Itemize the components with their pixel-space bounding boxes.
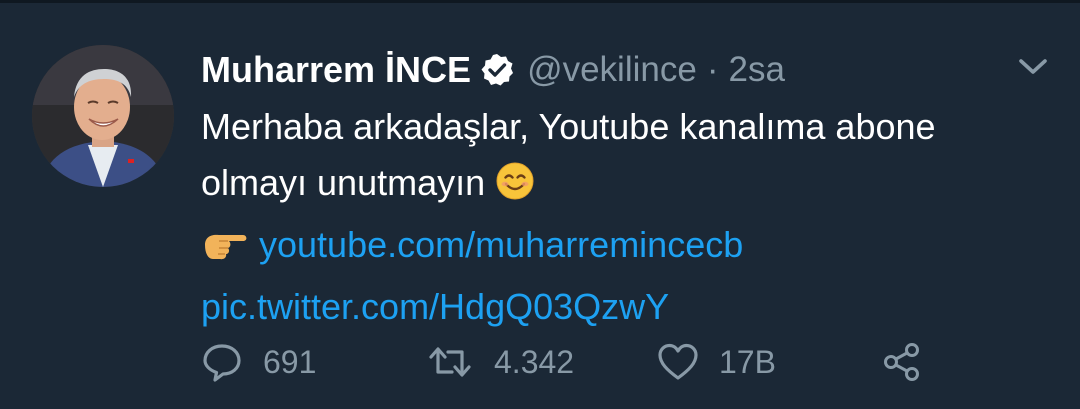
retweet-action[interactable]: 4.342 <box>426 339 574 385</box>
reply-icon[interactable] <box>201 341 243 383</box>
retweet-icon[interactable] <box>426 341 474 383</box>
tweet-text-line-3: youtube.com/muharremincecb <box>201 217 1061 279</box>
separator-dot: · <box>706 50 719 89</box>
like-count: 17B <box>719 343 776 380</box>
display-name[interactable]: Muharrem İNCE <box>201 49 471 91</box>
reply-action[interactable]: 691 <box>201 339 316 385</box>
tweet-text-line-1: Merhaba arkadaşlar, Youtube kanalıma abo… <box>201 106 936 147</box>
retweet-count: 4.342 <box>494 343 575 380</box>
action-bar: 691 4.342 17B <box>201 339 1061 385</box>
reply-count: 691 <box>263 343 317 380</box>
chevron-down-icon[interactable] <box>1015 55 1051 79</box>
tweet-text: Merhaba arkadaşlar, Youtube kanalıma abo… <box>201 99 1061 335</box>
tweet-text-line-2-text: olmayı unutmayın <box>201 162 486 203</box>
pointing-hand-icon <box>201 223 249 279</box>
share-icon[interactable] <box>881 341 923 383</box>
smiling-face-icon <box>495 161 535 217</box>
timestamp[interactable]: 2sa <box>728 50 784 90</box>
tweet-card[interactable]: Muharrem İNCE @vekilince · 2sa Merhaba a… <box>0 3 1080 409</box>
avatar[interactable] <box>32 45 174 187</box>
heart-icon[interactable] <box>657 341 699 383</box>
like-action[interactable]: 17B <box>657 339 776 385</box>
share-action[interactable] <box>881 339 923 385</box>
verified-badge-icon <box>479 52 515 88</box>
tweet-text-line-2: olmayı unutmayın <box>201 155 1061 217</box>
link-pic-twitter[interactable]: pic.twitter.com/HdgQ03QzwY <box>201 279 1061 335</box>
handle[interactable]: @vekilince <box>527 50 697 90</box>
tweet-header: Muharrem İNCE @vekilince · 2sa <box>201 47 785 93</box>
link-youtube[interactable]: youtube.com/muharremincecb <box>259 224 743 265</box>
